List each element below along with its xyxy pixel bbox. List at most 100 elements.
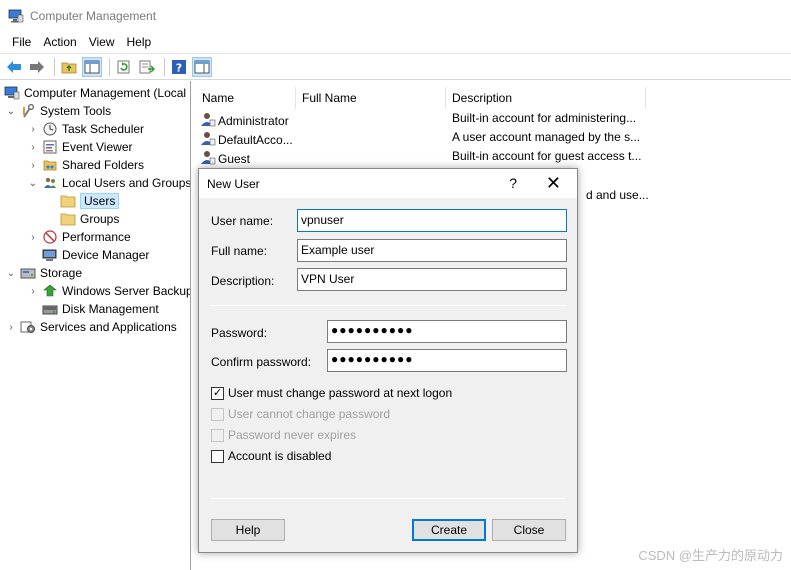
user-name: Administrator xyxy=(218,113,289,128)
tree-item-disk-management[interactable]: Disk Management xyxy=(42,300,159,318)
clock-icon xyxy=(42,121,58,137)
menu-bar: File Action View Help xyxy=(0,32,791,52)
chevron-right-icon[interactable]: › xyxy=(28,160,38,171)
event-viewer-icon xyxy=(42,139,58,155)
table-row[interactable]: DefaultAcco... A user account managed by… xyxy=(196,128,791,147)
close-button[interactable]: Close xyxy=(492,519,566,541)
menu-help[interactable]: Help xyxy=(121,35,158,49)
checkbox-box[interactable] xyxy=(211,428,224,442)
column-header-description[interactable]: Description xyxy=(446,87,646,109)
computer-management-icon xyxy=(8,9,24,23)
menu-file[interactable]: File xyxy=(6,35,37,49)
tree-item-label: Users xyxy=(80,193,120,209)
divider xyxy=(211,498,565,499)
confirm-password-label: Confirm password: xyxy=(211,355,312,369)
title-bar: Computer Management xyxy=(0,0,791,32)
checkbox-label: User must change password at next logon xyxy=(228,386,453,400)
user-description: Built-in account for guest access t... xyxy=(452,149,642,163)
fullname-input[interactable]: Example user xyxy=(297,239,567,262)
username-input[interactable]: vpnuser xyxy=(297,209,567,232)
storage-icon xyxy=(20,265,36,281)
partial-row-text: d and use... xyxy=(586,188,649,202)
checkbox-label: User cannot change password xyxy=(228,407,391,421)
close-icon[interactable]: ✕ xyxy=(546,173,561,194)
new-user-dialog: New User ? ✕ User name: vpnuser Full nam… xyxy=(198,168,578,553)
user-cell: Guest xyxy=(200,149,250,168)
tree-item-performance[interactable]: › Performance xyxy=(28,228,131,246)
tree-item-label: Performance xyxy=(62,230,131,244)
chevron-right-icon[interactable]: › xyxy=(6,322,16,333)
chevron-right-icon[interactable]: › xyxy=(28,142,38,153)
backup-icon xyxy=(42,283,58,299)
confirm-password-input[interactable]: ●●●●●●●●●● xyxy=(327,349,567,372)
checkmark-icon[interactable]: ✓ xyxy=(211,386,224,400)
password-label: Password: xyxy=(211,326,268,340)
disk-management-icon xyxy=(42,301,58,317)
tree-item-label: Device Manager xyxy=(62,248,150,262)
tree-item-local-users-groups[interactable]: ⌄ Local Users and Groups xyxy=(28,174,191,192)
chevron-down-icon[interactable]: ⌄ xyxy=(28,178,38,189)
show-action-pane-icon[interactable] xyxy=(192,56,212,77)
must-change-password-checkbox[interactable]: ✓ User must change password at next logo… xyxy=(211,386,452,400)
chevron-right-icon[interactable]: › xyxy=(28,124,38,135)
password-never-expires-checkbox[interactable]: Password never expires xyxy=(211,428,356,442)
svg-text:?: ? xyxy=(176,61,182,74)
chevron-down-icon[interactable]: ⌄ xyxy=(6,268,16,279)
password-input[interactable]: ●●●●●●●●●● xyxy=(327,320,567,343)
fullname-label: Full name: xyxy=(211,244,268,258)
tree-item-users[interactable]: Users xyxy=(60,192,120,210)
checkbox-box[interactable] xyxy=(211,407,224,421)
divider xyxy=(211,305,565,306)
create-button[interactable]: Create xyxy=(412,519,486,541)
back-icon[interactable] xyxy=(4,57,24,77)
tree-item-system-tools[interactable]: ⌄ System Tools xyxy=(6,102,111,120)
help-question-icon[interactable]: ? xyxy=(509,175,517,191)
table-row[interactable]: Administrator Built-in account for admin… xyxy=(196,109,791,128)
tree-item-task-scheduler[interactable]: › Task Scheduler xyxy=(28,120,144,138)
tree-item-shared-folders[interactable]: › Shared Folders xyxy=(28,156,144,174)
menu-view[interactable]: View xyxy=(83,35,121,49)
dialog-title: New User xyxy=(207,176,260,191)
column-header-full-name[interactable]: Full Name xyxy=(296,87,446,109)
tree-item-device-manager[interactable]: Device Manager xyxy=(42,246,149,264)
user-icon xyxy=(200,149,216,168)
help-button[interactable]: Help xyxy=(211,519,285,541)
tree-item-computer-management[interactable]: Computer Management (Local xyxy=(4,84,186,102)
forward-icon[interactable] xyxy=(27,57,47,77)
export-list-icon[interactable] xyxy=(137,57,157,77)
user-name: Guest xyxy=(218,151,251,166)
tree-item-label: Groups xyxy=(80,212,120,226)
toolbar-divider xyxy=(164,57,165,76)
chevron-down-icon[interactable]: ⌄ xyxy=(6,106,16,117)
tree-item-label: Local Users and Groups xyxy=(62,176,191,190)
tree-item-label: Windows Server Backup xyxy=(62,284,191,298)
description-input[interactable]: VPN User xyxy=(297,268,567,291)
chevron-right-icon[interactable]: › xyxy=(28,286,38,297)
show-hide-tree-icon[interactable] xyxy=(82,56,102,77)
column-header-name[interactable]: Name xyxy=(196,87,296,109)
menu-action[interactable]: Action xyxy=(37,35,82,49)
watermark: CSDN @生产力的原动力 xyxy=(638,548,783,563)
up-folder-icon[interactable] xyxy=(59,57,79,77)
user-description: A user account managed by the s... xyxy=(452,130,641,144)
chevron-right-icon[interactable]: › xyxy=(28,232,38,243)
tree-item-event-viewer[interactable]: › Event Viewer xyxy=(28,138,132,156)
refresh-icon[interactable] xyxy=(114,57,134,77)
cannot-change-password-checkbox[interactable]: User cannot change password xyxy=(211,407,390,421)
help-icon[interactable]: ? xyxy=(169,57,189,77)
tree-item-label: Disk Management xyxy=(62,302,159,316)
tree-item-windows-server-backup[interactable]: › Windows Server Backup xyxy=(28,282,191,300)
tree-item-groups[interactable]: Groups xyxy=(60,210,119,228)
user-description: Built-in account for administering... xyxy=(452,111,637,125)
tree-item-label: Services and Applications xyxy=(40,320,177,334)
tree-item-label: System Tools xyxy=(40,104,112,118)
tree-item-services-applications[interactable]: › Services and Applications xyxy=(6,318,177,336)
device-manager-icon xyxy=(42,247,58,263)
tree-item-label: Storage xyxy=(40,266,83,280)
table-row[interactable]: Guest Built-in account for guest access … xyxy=(196,147,791,166)
checkbox-box[interactable] xyxy=(211,449,224,463)
account-disabled-checkbox[interactable]: Account is disabled xyxy=(211,449,331,463)
tree-item-label: Event Viewer xyxy=(62,140,133,154)
tree-item-storage[interactable]: ⌄ Storage xyxy=(6,264,82,282)
username-label: User name: xyxy=(211,214,274,228)
